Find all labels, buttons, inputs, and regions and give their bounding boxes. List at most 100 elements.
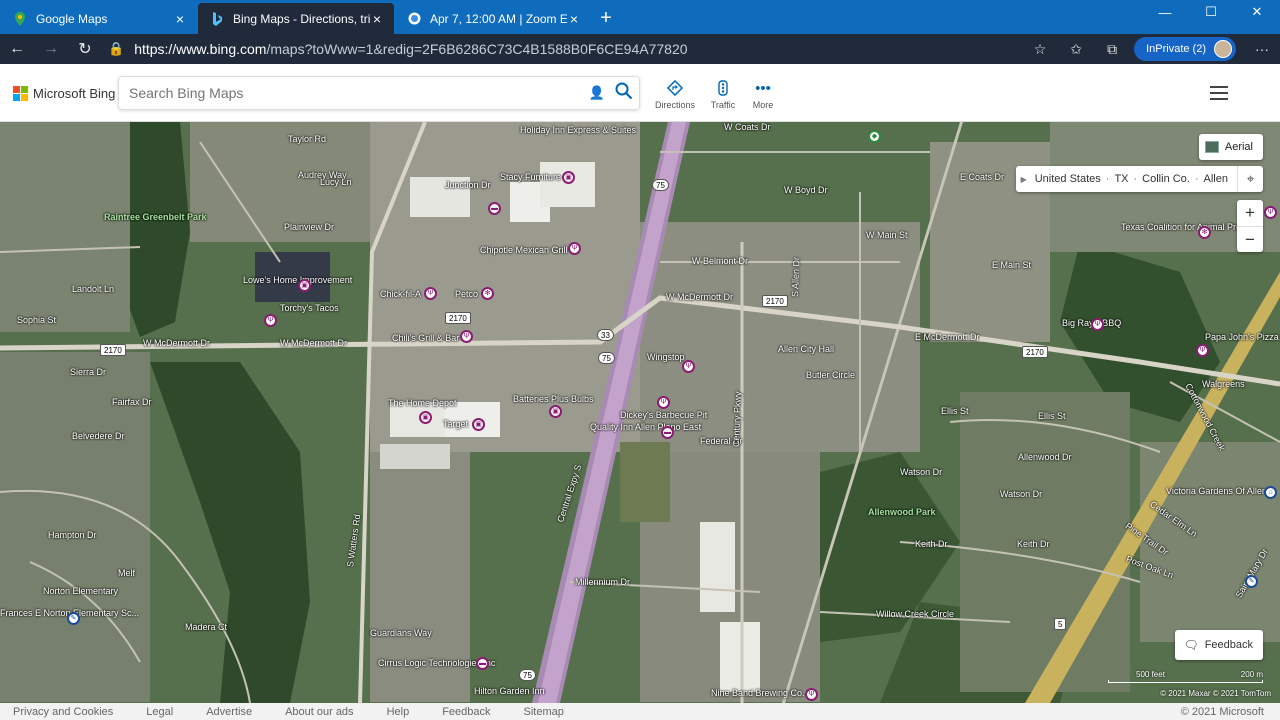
map-label: Petco: [455, 289, 479, 299]
hamburger-menu-icon[interactable]: [1210, 86, 1228, 104]
tab-google-maps[interactable]: Google Maps ×: [1, 3, 197, 34]
footer-link-sitemap[interactable]: Sitemap: [524, 706, 564, 718]
directions-label: Directions: [654, 100, 695, 110]
restaurant-pin-icon[interactable]: Ψ: [568, 242, 581, 255]
bing-favicon-icon: [210, 11, 224, 26]
business-pin-icon[interactable]: ▬: [476, 657, 489, 670]
map-label: Willow Creek Circle: [876, 609, 955, 619]
map-label: Chick-fil-A: [380, 289, 422, 299]
traffic-button[interactable]: Traffic: [701, 80, 745, 110]
brewery-pin-icon[interactable]: Ψ: [805, 688, 818, 701]
tab-bing-maps[interactable]: Bing Maps - Directions, trip plan ×: [198, 3, 394, 34]
pet-store-pin-icon[interactable]: ✻: [481, 287, 494, 300]
zoom-controls: + −: [1237, 200, 1263, 252]
tab-zoom-earth[interactable]: Apr 7, 12:00 AM | Zoom Earth ×: [395, 3, 591, 34]
restaurant-pin-icon[interactable]: Ψ: [264, 314, 277, 327]
hotel-pin-icon[interactable]: ▬: [488, 202, 501, 215]
footer-link-help[interactable]: Help: [387, 706, 410, 718]
map-style-aerial-button[interactable]: Aerial: [1198, 134, 1263, 160]
school-pin-icon[interactable]: ✎: [1245, 575, 1258, 588]
shopping-pin-icon[interactable]: ▣: [419, 411, 432, 424]
close-tab-icon[interactable]: ×: [173, 12, 187, 26]
breadcrumb-county[interactable]: Collin Co.: [1139, 173, 1193, 185]
address-bar[interactable]: 🔒 https://www.bing.com /maps?toWww=1&red…: [102, 36, 1022, 62]
restaurant-pin-icon[interactable]: Ψ: [1091, 318, 1104, 331]
footer-link-legal[interactable]: Legal: [146, 706, 173, 718]
directions-button[interactable]: Directions: [653, 79, 697, 110]
restaurant-pin-icon[interactable]: Ψ: [460, 330, 473, 343]
microsoft-bing-logo[interactable]: Microsoft Bing: [13, 86, 115, 101]
footer-link-advertise[interactable]: Advertise: [206, 706, 252, 718]
breadcrumb-state[interactable]: TX: [1111, 173, 1131, 185]
bing-header: Microsoft Bing 👤 Directions Traffic ••• …: [0, 64, 1280, 122]
restaurant-pin-icon[interactable]: Ψ: [1196, 344, 1209, 357]
close-tab-icon[interactable]: ×: [567, 12, 581, 26]
map-label: Texas Coalition for Animal Pro...: [1121, 222, 1249, 232]
toolbar-icons: ☆ ✩ ⧉ InPrivate (2) ···: [1022, 35, 1280, 63]
map-scale-bar: 500 feet 200 m: [1108, 670, 1263, 686]
breadcrumb-city[interactable]: Allen: [1201, 173, 1231, 185]
park-pin-icon[interactable]: ◆: [868, 130, 881, 143]
breadcrumb-country[interactable]: United States: [1032, 173, 1104, 185]
new-tab-button[interactable]: +: [591, 3, 621, 34]
map-label: Millennium Dr: [575, 577, 631, 587]
school-pin-icon[interactable]: ✎: [67, 612, 80, 625]
map-label: W Boyd Dr: [784, 185, 828, 195]
map-label: Junction Dr: [445, 180, 491, 190]
road-label: W McDermott Dr: [143, 338, 210, 348]
shopping-pin-icon[interactable]: ▣: [562, 171, 575, 184]
minimize-icon[interactable]: —: [1142, 0, 1188, 24]
back-arrow-icon[interactable]: ←: [0, 35, 34, 63]
restaurant-pin-icon[interactable]: Ψ: [1264, 206, 1277, 219]
map-label: Watson Dr: [1000, 489, 1043, 499]
maximize-icon[interactable]: ☐: [1188, 0, 1234, 24]
hotel-pin-icon[interactable]: ▬: [661, 426, 674, 439]
url-path: /maps?toWww=1&redig=2F6B6286C73C4B1588B0…: [266, 41, 688, 57]
breadcrumb-expand-icon[interactable]: ▶: [1016, 175, 1032, 184]
tab-title: Google Maps: [36, 11, 108, 26]
inprivate-profile-button[interactable]: InPrivate (2): [1134, 37, 1236, 61]
map-label: Fairfax Dr: [112, 397, 152, 407]
map-label: The Home Depot: [388, 398, 457, 408]
map-feedback-button[interactable]: 🗨 Feedback: [1175, 630, 1263, 660]
footer-link-feedback[interactable]: Feedback: [442, 706, 490, 718]
close-window-icon[interactable]: ✕: [1234, 0, 1280, 24]
shopping-pin-icon[interactable]: ▣: [549, 405, 562, 418]
map-label: Holiday Inn Express & Suites: [520, 125, 637, 135]
more-button[interactable]: ••• More: [741, 80, 785, 110]
visual-search-icon[interactable]: 👤: [585, 85, 609, 101]
map-style-label: Aerial: [1224, 141, 1253, 153]
restaurant-pin-icon[interactable]: Ψ: [424, 287, 437, 300]
footer-link-privacy[interactable]: Privacy and Cookies: [13, 706, 113, 718]
pet-pin-icon[interactable]: ✻: [1198, 226, 1211, 239]
settings-more-icon[interactable]: ···: [1244, 35, 1280, 63]
locate-me-icon[interactable]: ⌖: [1237, 166, 1263, 192]
fm-2170-shield: 2170: [1022, 346, 1048, 358]
map-label: E Coats Dr: [960, 172, 1005, 182]
map-label: Walgreens: [1202, 379, 1245, 389]
favorites-icon[interactable]: ✩: [1058, 35, 1094, 63]
restaurant-pin-icon[interactable]: Ψ: [682, 360, 695, 373]
residence-pin-icon[interactable]: ⌂: [1264, 486, 1277, 499]
search-input[interactable]: [119, 85, 585, 101]
aerial-map[interactable]: Taylor Rd Audrey Way Lucy Ln Raintree Gr…: [0, 122, 1280, 703]
collections-icon[interactable]: ⧉: [1094, 35, 1130, 63]
zoom-out-button[interactable]: −: [1237, 226, 1263, 252]
forward-arrow-icon[interactable]: →: [34, 35, 68, 63]
search-icon[interactable]: [609, 82, 639, 105]
shopping-pin-icon[interactable]: ▣: [472, 418, 485, 431]
restaurant-pin-icon[interactable]: Ψ: [657, 396, 670, 409]
more-icon: •••: [755, 80, 771, 97]
map-label: Batteries Plus Bulbs: [513, 394, 594, 404]
road-label: Century Pkwy: [731, 391, 743, 448]
shopping-pin-icon[interactable]: ▣: [298, 279, 311, 292]
close-tab-icon[interactable]: ×: [370, 12, 384, 26]
road-label: E McDermott Dr: [915, 332, 980, 342]
park-label: Allenwood Park: [868, 507, 936, 517]
footer-link-about-ads[interactable]: About our ads: [285, 706, 354, 718]
refresh-icon[interactable]: ↻: [68, 35, 102, 63]
zoom-in-button[interactable]: +: [1237, 200, 1263, 226]
lock-icon: 🔒: [108, 41, 125, 56]
add-favorite-star-icon[interactable]: ☆: [1022, 35, 1058, 63]
map-label: Ellis St: [1038, 411, 1066, 421]
